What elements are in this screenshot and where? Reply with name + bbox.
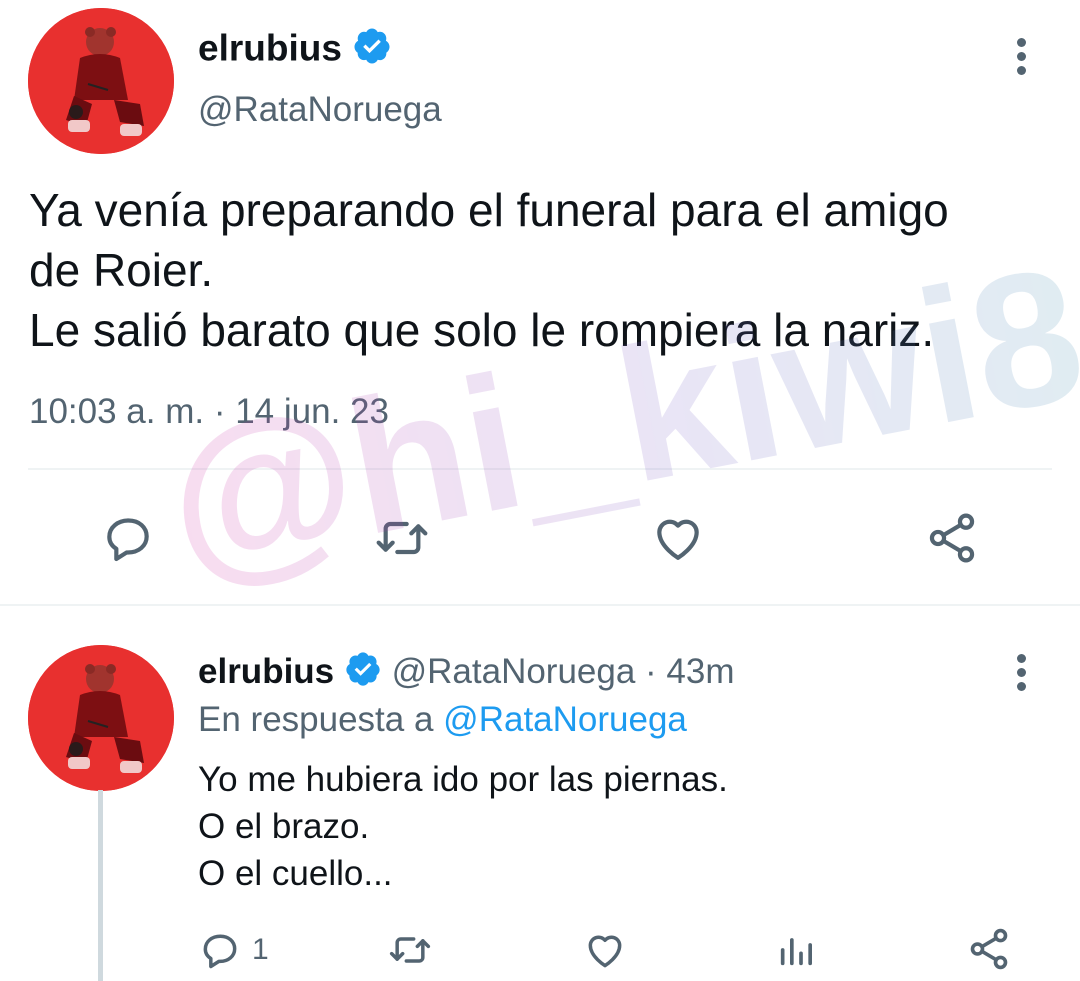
reply-handle-time[interactable]: @RataNoruega · 43m: [392, 652, 735, 691]
divider: [0, 604, 1080, 606]
author-name[interactable]: elrubius: [198, 26, 392, 75]
like-icon[interactable]: [582, 928, 628, 972]
tweet-text: Ya venía preparando el funeral para el a…: [29, 184, 949, 356]
reply-count: 1: [252, 933, 269, 966]
verified-badge-icon: [344, 650, 382, 697]
author-name-text[interactable]: elrubius: [198, 27, 342, 68]
thread-line: [98, 790, 103, 981]
reply-text: Yo me hubiera ido por las piernas. O el …: [198, 760, 728, 893]
reply-icon[interactable]: [198, 928, 242, 972]
verified-badge-icon: [352, 26, 392, 75]
reply-more-options-icon[interactable]: [1006, 654, 1036, 694]
reply-author-name[interactable]: elrubius: [198, 652, 334, 691]
author-handle[interactable]: @RataNoruega: [198, 90, 442, 130]
in-reply-handle-link[interactable]: @RataNoruega: [443, 700, 687, 739]
divider: [28, 468, 1052, 470]
analytics-icon[interactable]: [776, 928, 816, 972]
in-reply-to: En respuesta a @RataNoruega: [198, 700, 687, 740]
avatar[interactable]: [28, 8, 174, 154]
more-options-icon[interactable]: [1006, 38, 1036, 78]
reply-avatar[interactable]: [28, 645, 174, 791]
tweet-timestamp[interactable]: 10:03 a. m. · 14 jun. 23: [29, 392, 389, 432]
in-reply-prefix: En respuesta a: [198, 700, 434, 739]
reply-icon[interactable]: [100, 510, 156, 566]
share-icon[interactable]: [924, 510, 980, 566]
reply-header: elrubius @RataNoruega · 43m: [198, 650, 735, 697]
retweet-icon[interactable]: [386, 928, 434, 972]
like-icon[interactable]: [650, 510, 706, 566]
retweet-icon[interactable]: [372, 510, 432, 566]
share-icon[interactable]: [966, 926, 1012, 972]
